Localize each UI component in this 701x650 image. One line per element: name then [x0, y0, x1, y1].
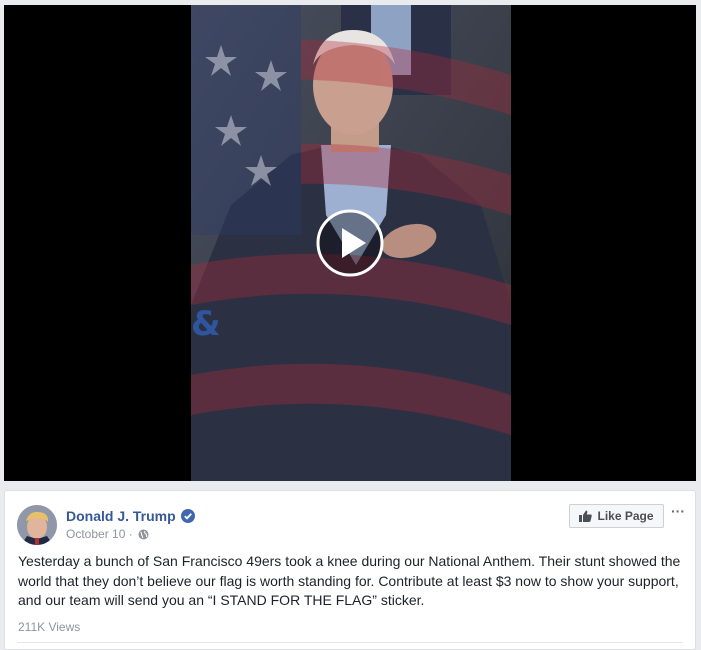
post-date-link[interactable]: October 10	[66, 527, 125, 541]
like-page-label: Like Page	[597, 509, 654, 523]
post-meta: October 10 ·	[66, 527, 149, 541]
thumbs-up-icon	[579, 510, 593, 522]
like-page-button[interactable]: Like Page	[569, 504, 664, 528]
svg-text:&: &	[191, 304, 221, 344]
more-options-button[interactable]: ···	[671, 503, 685, 519]
post-card: Donald J. Trump October 10 · Like Page ·…	[4, 490, 696, 650]
meta-separator: ·	[128, 527, 133, 541]
page-name-link[interactable]: Donald J. Trump	[66, 508, 176, 524]
avatar[interactable]	[17, 505, 57, 545]
play-circle-icon[interactable]	[315, 208, 385, 278]
verified-badge-icon	[181, 509, 195, 523]
view-count: 211K Views	[18, 620, 81, 634]
globe-icon	[138, 529, 149, 540]
video-player[interactable]: &	[4, 5, 696, 481]
divider	[17, 642, 683, 643]
post-text: Yesterday a bunch of San Francisco 49ers…	[18, 553, 681, 608]
